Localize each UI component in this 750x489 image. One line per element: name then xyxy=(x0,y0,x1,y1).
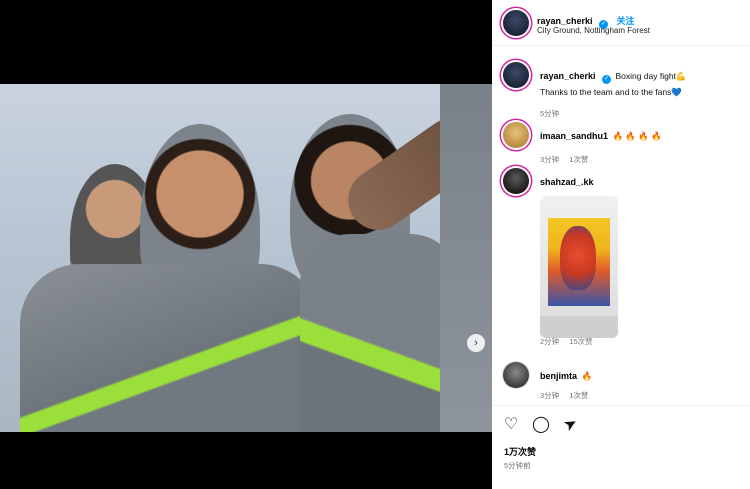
comment-text: 🔥 🔥 🔥 🔥 xyxy=(612,131,662,141)
comment-username[interactable]: benjimta xyxy=(540,371,577,381)
comment-image[interactable] xyxy=(540,196,618,338)
author-username[interactable]: rayan_cherki xyxy=(537,16,593,26)
image-base xyxy=(540,316,618,338)
caption-body: rayan_cherki ✓ Boxing day fight💪 Thanks … xyxy=(540,66,740,119)
player-shirt-right xyxy=(300,234,460,432)
caption-username[interactable]: rayan_cherki xyxy=(540,71,596,81)
location-link[interactable]: City Ground, Nottingham Forest xyxy=(537,26,650,35)
comment-username[interactable]: imaan_sandhu1 xyxy=(540,131,608,141)
comment-body: shahzad_.kk xyxy=(540,172,740,190)
comment-username[interactable]: shahzad_.kk xyxy=(540,177,594,187)
commenter-avatar[interactable] xyxy=(503,122,529,148)
comment-meta: 2分钟 15次赞 xyxy=(540,336,601,347)
comment-time: 3分钟 xyxy=(540,391,560,400)
verified-icon: ✓ xyxy=(602,75,611,84)
comment-likes[interactable]: 1次赞 xyxy=(569,391,588,400)
comment-body: benjimta 🔥 3分钟 1次赞 xyxy=(540,366,740,401)
comment: shahzad_.kk 2分钟 15次赞 xyxy=(500,168,740,348)
author-avatar[interactable] xyxy=(503,62,529,88)
comment-likes[interactable]: 15次赞 xyxy=(569,337,592,346)
comment-time: 3分钟 xyxy=(540,155,560,164)
comment-meta: 3分钟 1次赞 xyxy=(540,154,740,165)
actions-divider xyxy=(492,405,750,406)
caption-text-line2: Thanks to the team and to the fans💙 xyxy=(540,87,682,97)
post-actions: ♡ ◯ ➤ xyxy=(502,414,581,435)
mosaic-face xyxy=(560,226,596,290)
caption-time: 5分钟 xyxy=(540,109,560,118)
player-far-right xyxy=(440,84,492,432)
comment-text: 🔥 xyxy=(581,371,593,381)
post-time: 5分钟前 xyxy=(504,461,531,470)
follow-button[interactable]: 关注 xyxy=(616,16,634,26)
caption-meta: 5分钟 xyxy=(540,108,740,119)
post-side-panel: rayan_cherki ✓ 关注 City Ground, Nottingha… xyxy=(492,0,750,489)
comment-likes[interactable]: 1次赞 xyxy=(569,155,588,164)
next-slide-button[interactable]: › xyxy=(467,334,485,352)
comment-meta: 3分钟 1次赞 xyxy=(540,390,740,401)
comment-icon[interactable]: ◯ xyxy=(532,416,550,434)
commenter-avatar[interactable] xyxy=(503,168,529,194)
like-icon[interactable]: ♡ xyxy=(502,416,520,434)
author-avatar[interactable] xyxy=(503,10,529,36)
post-photo[interactable]: › xyxy=(0,84,492,432)
caption-text: Boxing day fight💪 xyxy=(615,71,687,81)
share-icon[interactable]: ➤ xyxy=(559,413,584,438)
comment-time: 2分钟 xyxy=(540,337,560,346)
commenter-avatar[interactable] xyxy=(503,362,529,388)
post-media: › xyxy=(0,0,492,489)
player-shirt-center xyxy=(20,264,320,432)
post-likes[interactable]: 1万次赞 xyxy=(504,445,536,458)
comment-body: imaan_sandhu1 🔥 🔥 🔥 🔥 3分钟 1次赞 xyxy=(540,126,740,165)
post-header: rayan_cherki ✓ 关注 City Ground, Nottingha… xyxy=(492,0,750,46)
